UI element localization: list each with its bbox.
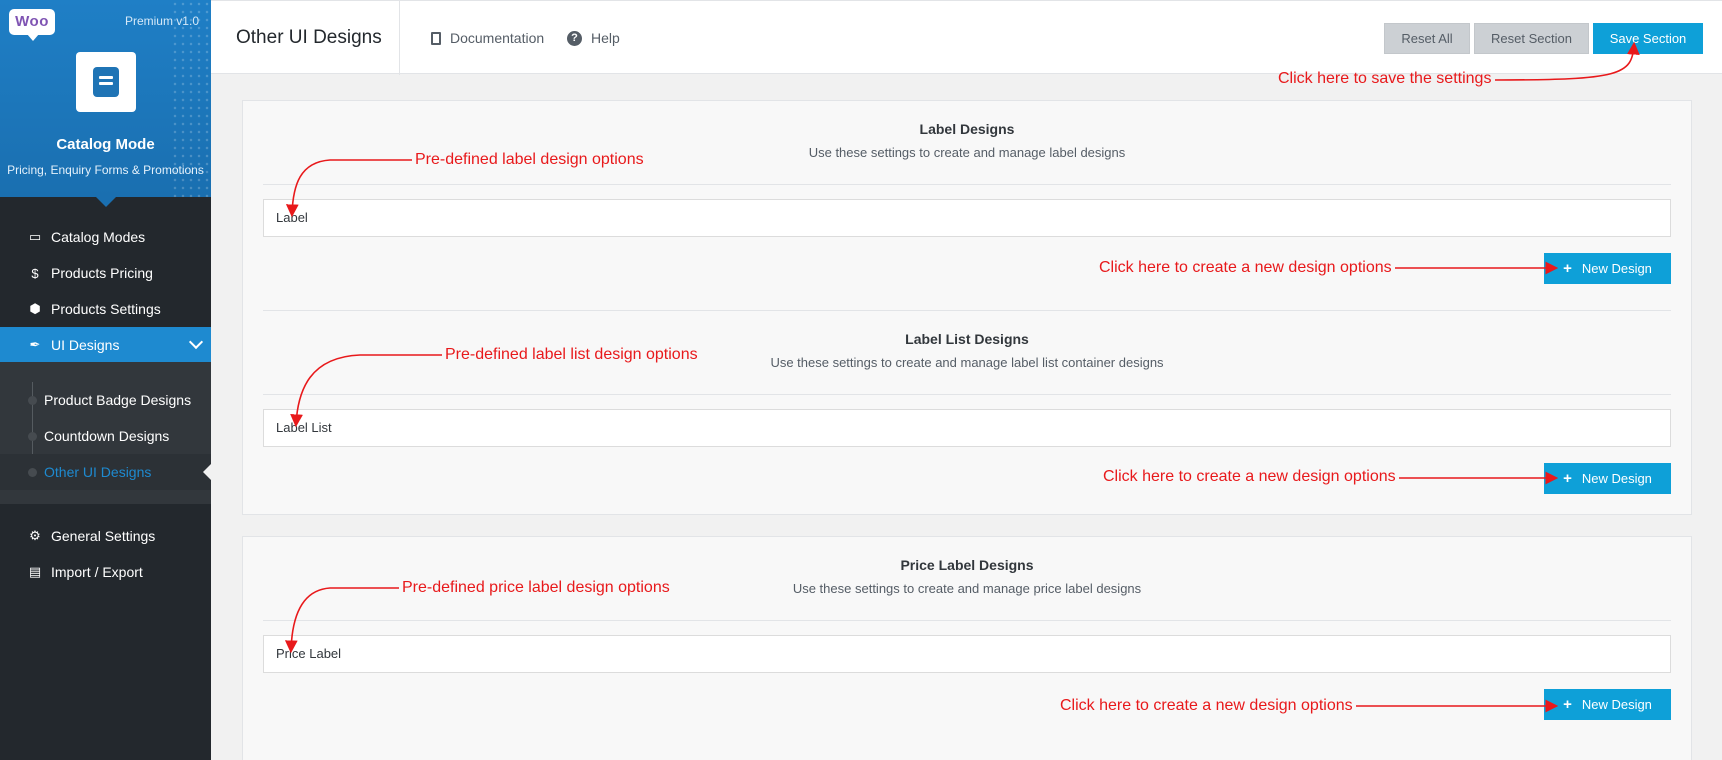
section-title: Price Label Designs [900,557,1034,573]
new-price-label-design-button[interactable]: + New Design [1544,689,1671,720]
sidebar-item-label: Import / Export [51,564,143,580]
save-section-button[interactable]: Save Section [1593,23,1703,54]
sidebar-item-catalog-modes[interactable]: ▭ Catalog Modes [0,219,211,255]
section-title: Label Designs [919,121,1015,137]
price-label-designs-panel: Price Label Designs Use these settings t… [242,536,1692,760]
reset-all-button[interactable]: Reset All [1384,23,1470,54]
sidebar-item-ui-designs[interactable]: ✒ UI Designs [0,327,211,362]
bullet-dot [28,432,37,441]
woo-logo: Woo [9,9,55,41]
bullet-dot [28,468,37,477]
plus-icon: + [1563,470,1572,487]
sidebar: Woo Premium v1.0 Catalog Mode Pricing, E… [0,0,211,760]
annotation-create-new: Click here to create a new design option… [1103,468,1396,485]
app-logo [76,52,136,112]
label-list-design-select[interactable]: Label List [263,409,1671,447]
sidebar-item-label: Products Pricing [51,265,153,281]
gears-icon: ⚙ [29,528,41,543]
sidebar-item-label: UI Designs [51,336,120,353]
chevron-down-icon [188,334,204,350]
reset-section-button[interactable]: Reset Section [1474,23,1589,54]
annotation-predefined-price-label: Pre-defined price label design options [402,579,670,596]
document-icon [431,31,441,45]
new-label-design-button[interactable]: + New Design [1544,253,1671,284]
sidebar-subnav: Product Badge Designs Countdown Designs … [0,362,211,504]
sidebar-item-label: Catalog Modes [51,229,146,245]
sidebar-subitem-countdown-designs[interactable]: Countdown Designs [0,418,211,454]
book-icon: ▭ [28,229,42,244]
section-divider [263,394,1671,395]
documentation-label: Documentation [450,30,545,46]
help-link[interactable]: ? Help [567,30,620,46]
plus-icon: + [1563,260,1572,277]
sidebar-subitem-label: Other UI Designs [44,464,152,480]
sidebar-nav: ▭ Catalog Modes $ Products Pricing ⬢ Pro… [0,197,211,362]
version-label: Premium v1.0 [124,14,199,28]
sidebar-subitem-label: Product Badge Designs [44,392,192,408]
sidebar-nav-bottom: ⚙ General Settings ▤ Import / Export [0,504,211,590]
sidebar-item-products-settings[interactable]: ⬢ Products Settings [0,291,211,327]
new-design-label: New Design [1581,261,1652,276]
sidebar-item-label: Products Settings [51,301,161,317]
annotation-create-new: Click here to create a new design option… [1060,697,1353,714]
page-title: Other UI Designs [236,27,382,48]
sidebar-item-import-export[interactable]: ▤ Import / Export [0,554,211,590]
sidebar-subitem-other-ui-designs[interactable]: Other UI Designs [0,454,211,490]
sidebar-item-label: General Settings [51,528,156,544]
annotation-predefined-label-list: Pre-defined label list design options [445,346,698,363]
app-title: Catalog Mode [56,136,155,153]
help-icon: ? [567,30,582,46]
brand-header: Woo Premium v1.0 Catalog Mode Pricing, E… [0,0,211,197]
annotation-predefined-label: Pre-defined label design options [415,151,644,168]
section-title: Label List Designs [905,331,1029,347]
header-divider [399,1,400,75]
help-label: Help [591,30,620,46]
plus-icon: + [1563,696,1572,713]
sidebar-subitem-label: Countdown Designs [44,428,170,444]
price-label-design-select[interactable]: Price Label [263,635,1671,673]
bullet-dot [28,396,37,405]
annotation-save: Click here to save the settings [1278,70,1492,87]
cube-icon: ⬢ [29,301,41,316]
sidebar-subitem-product-badge-designs[interactable]: Product Badge Designs [0,382,211,418]
label-design-select[interactable]: Label [263,199,1671,237]
section-divider [263,620,1671,621]
sidebar-item-products-pricing[interactable]: $ Products Pricing [0,255,211,291]
section-divider [263,310,1671,311]
brush-icon: ✒ [29,336,41,352]
new-label-list-design-button[interactable]: + New Design [1544,463,1671,494]
documentation-link[interactable]: Documentation [431,30,544,46]
app-subtitle: Pricing, Enquiry Forms & Promotions [7,163,204,177]
section-divider [263,184,1671,185]
sidebar-item-general-settings[interactable]: ⚙ General Settings [0,518,211,554]
new-design-label: New Design [1581,471,1652,486]
annotation-create-new: Click here to create a new design option… [1099,259,1392,276]
import-export-icon: ▤ [28,564,42,579]
brand-notch [95,196,117,207]
new-design-label: New Design [1581,697,1652,712]
book-icon [93,67,119,97]
top-header: Other UI Designs Documentation ? Help Re… [211,0,1722,75]
dollar-icon: $ [31,265,39,281]
